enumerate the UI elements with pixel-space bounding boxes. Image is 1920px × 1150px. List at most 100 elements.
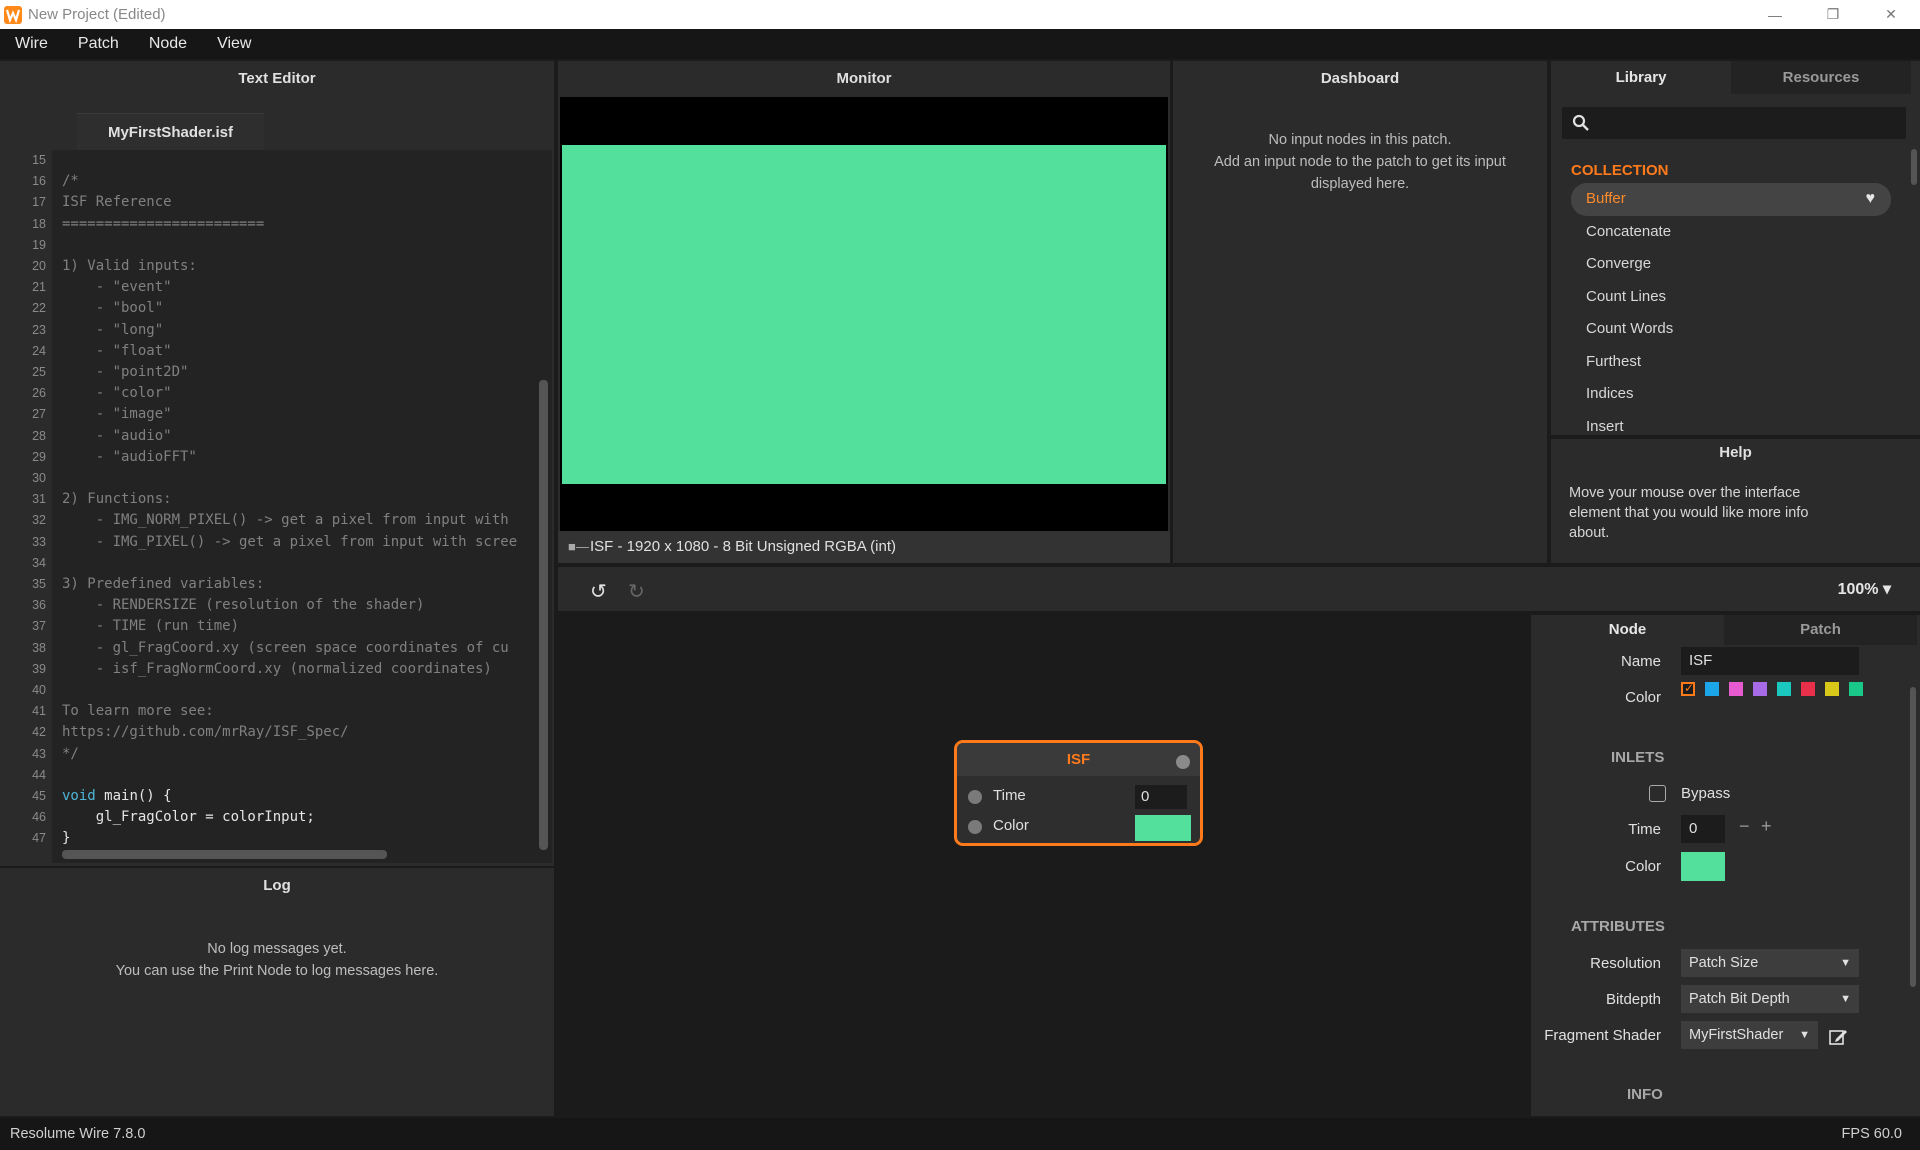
edit-icon[interactable]: [1829, 1028, 1849, 1046]
time-decrement-button[interactable]: −: [1739, 816, 1750, 837]
menu-wire[interactable]: Wire: [0, 35, 63, 53]
file-tab[interactable]: MyFirstShader.isf: [77, 113, 264, 150]
line-number: 41: [32, 704, 46, 719]
code-text: ========================: [62, 215, 265, 232]
line-number: 15: [32, 153, 46, 167]
menu-node[interactable]: Node: [134, 35, 202, 53]
help-text: Move your mouse over the interface eleme…: [1569, 485, 1809, 541]
library-item[interactable]: Indices: [1571, 378, 1891, 411]
code-text: https://github.com/mrRay/ISF_Spec/: [62, 724, 349, 741]
time-field[interactable]: 0: [1681, 815, 1725, 843]
log-message: No log messages yet. You can use the Pri…: [115, 941, 439, 979]
code-text: 3) Predefined variables:: [62, 576, 265, 592]
version-label: Resolume Wire 7.8.0: [10, 1126, 146, 1142]
node-title[interactable]: ISF: [957, 743, 1200, 776]
library-item[interactable]: Count Lines: [1571, 281, 1891, 314]
line-number: 46: [32, 810, 46, 825]
bitdepth-dropdown[interactable]: Patch Bit Depth ▼: [1681, 985, 1859, 1013]
name-field[interactable]: ISF: [1681, 647, 1859, 675]
library-list: Buffer ♥ Concatenate Converge Count Lines Cou…: [1571, 183, 1891, 443]
node-time-input[interactable]: 0: [1135, 785, 1187, 809]
line-number: 16: [32, 174, 46, 189]
monitor-info-bar: ■— ISF - 1920 x 1080 - 8 Bit Unsigned RG…: [558, 531, 1170, 563]
tab-library[interactable]: Library: [1551, 61, 1731, 94]
dashboard-title: Dashboard: [1320, 70, 1400, 87]
line-number: 37: [32, 619, 46, 634]
color-swatch[interactable]: [1777, 682, 1791, 696]
library-item[interactable]: Concatenate: [1571, 216, 1891, 249]
menu-patch[interactable]: Patch: [63, 35, 134, 53]
resolution-dropdown[interactable]: Patch Size ▼: [1681, 949, 1859, 977]
node-output-port[interactable]: [1176, 755, 1190, 769]
library-item[interactable]: Converge: [1571, 248, 1891, 281]
tab-node[interactable]: Node: [1531, 615, 1724, 645]
color-swatch[interactable]: [1801, 682, 1815, 696]
code-text: - "point2D": [62, 364, 189, 380]
library-search-input[interactable]: [1562, 107, 1906, 139]
color-swatch[interactable]: [1729, 682, 1743, 696]
line-number: 20: [32, 259, 46, 273]
isf-node[interactable]: ISF Time 0 Color: [954, 740, 1203, 846]
close-button[interactable]: ✕: [1862, 0, 1920, 29]
line-number: 23: [32, 322, 46, 337]
inlet-port[interactable]: [968, 790, 982, 804]
tab-patch[interactable]: Patch: [1724, 615, 1917, 645]
color-swatch[interactable]: [1753, 682, 1767, 696]
library-item[interactable]: Furthest: [1571, 346, 1891, 379]
horizontal-scrollbar[interactable]: [62, 850, 387, 859]
node-inlet-color: Color: [957, 813, 1200, 841]
pin-icon[interactable]: ■—: [568, 531, 589, 563]
text-editor-title: Text Editor: [238, 70, 316, 87]
patch-canvas[interactable]: [558, 611, 1528, 1116]
code-text: - RENDERSIZE (resolution of the shader): [62, 597, 425, 614]
library-scrollbar[interactable]: [1911, 149, 1917, 185]
heart-icon[interactable]: ♥: [1866, 183, 1876, 216]
inlets-header: INLETS: [1611, 749, 1665, 766]
color-swatch[interactable]: ✓: [1681, 681, 1695, 696]
line-number: 47: [32, 831, 46, 846]
tab-resources[interactable]: Resources: [1731, 61, 1911, 94]
undo-icon[interactable]: ↺: [590, 579, 607, 604]
attributes-header: ATTRIBUTES: [1571, 918, 1665, 935]
bitdepth-label: Bitdepth: [1605, 991, 1661, 1008]
code-text: /*: [62, 173, 79, 190]
library-item[interactable]: Count Words: [1571, 313, 1891, 346]
color-swatch[interactable]: [1849, 682, 1863, 696]
zoom-dropdown[interactable]: 100% ▾: [1838, 579, 1891, 599]
code-text: }: [62, 830, 71, 847]
chevron-down-icon: ▼: [1799, 1029, 1810, 1041]
color-label: Color: [1625, 689, 1661, 706]
color-swatch[interactable]: [1825, 682, 1839, 696]
bypass-checkbox[interactable]: [1649, 785, 1666, 802]
info-header: INFO: [1627, 1086, 1663, 1103]
code-editor[interactable]: 15 16 /* 17 ISF Reference 18 =================…: [0, 150, 552, 863]
vertical-scrollbar[interactable]: [539, 380, 548, 850]
shader-dropdown[interactable]: MyFirstShader ▼: [1681, 1021, 1818, 1049]
inspector-scrollbar[interactable]: [1910, 687, 1916, 987]
monitor-info-text: ISF - 1920 x 1080 - 8 Bit Unsigned RGBA …: [590, 538, 896, 555]
time-increment-button[interactable]: +: [1761, 816, 1772, 837]
menu-bar: Wire Patch Node View: [0, 29, 1920, 59]
code-text: - gl_FragCoord.xy (screen space coordina…: [62, 639, 509, 656]
check-icon: ✓: [1684, 681, 1695, 695]
code-text: - IMG_NORM_PIXEL() -> get a pixel from i…: [62, 512, 509, 529]
code-text: - "image": [62, 406, 172, 423]
line-number: 29: [32, 449, 46, 464]
inlet-port[interactable]: [968, 820, 982, 834]
node-color-swatch[interactable]: [1135, 815, 1191, 841]
help-panel: Help Move your mouse over the interface …: [1551, 439, 1920, 563]
color-swatch[interactable]: [1705, 682, 1719, 696]
library-item[interactable]: Buffer ♥: [1571, 183, 1891, 216]
restore-button[interactable]: ❐: [1804, 0, 1862, 29]
line-number: 44: [32, 767, 46, 782]
line-number: 27: [32, 407, 46, 422]
menu-view[interactable]: View: [202, 35, 266, 53]
monitor-output: [562, 145, 1166, 484]
minimize-button[interactable]: —: [1746, 0, 1804, 29]
code-text: */: [62, 745, 79, 762]
redo-icon[interactable]: ↻: [628, 579, 645, 604]
line-number: 38: [32, 640, 46, 655]
color-inlet-swatch[interactable]: [1681, 852, 1725, 881]
line-number: 24: [32, 343, 46, 358]
log-panel: Log No log messages yet. You can use the…: [0, 868, 554, 1116]
